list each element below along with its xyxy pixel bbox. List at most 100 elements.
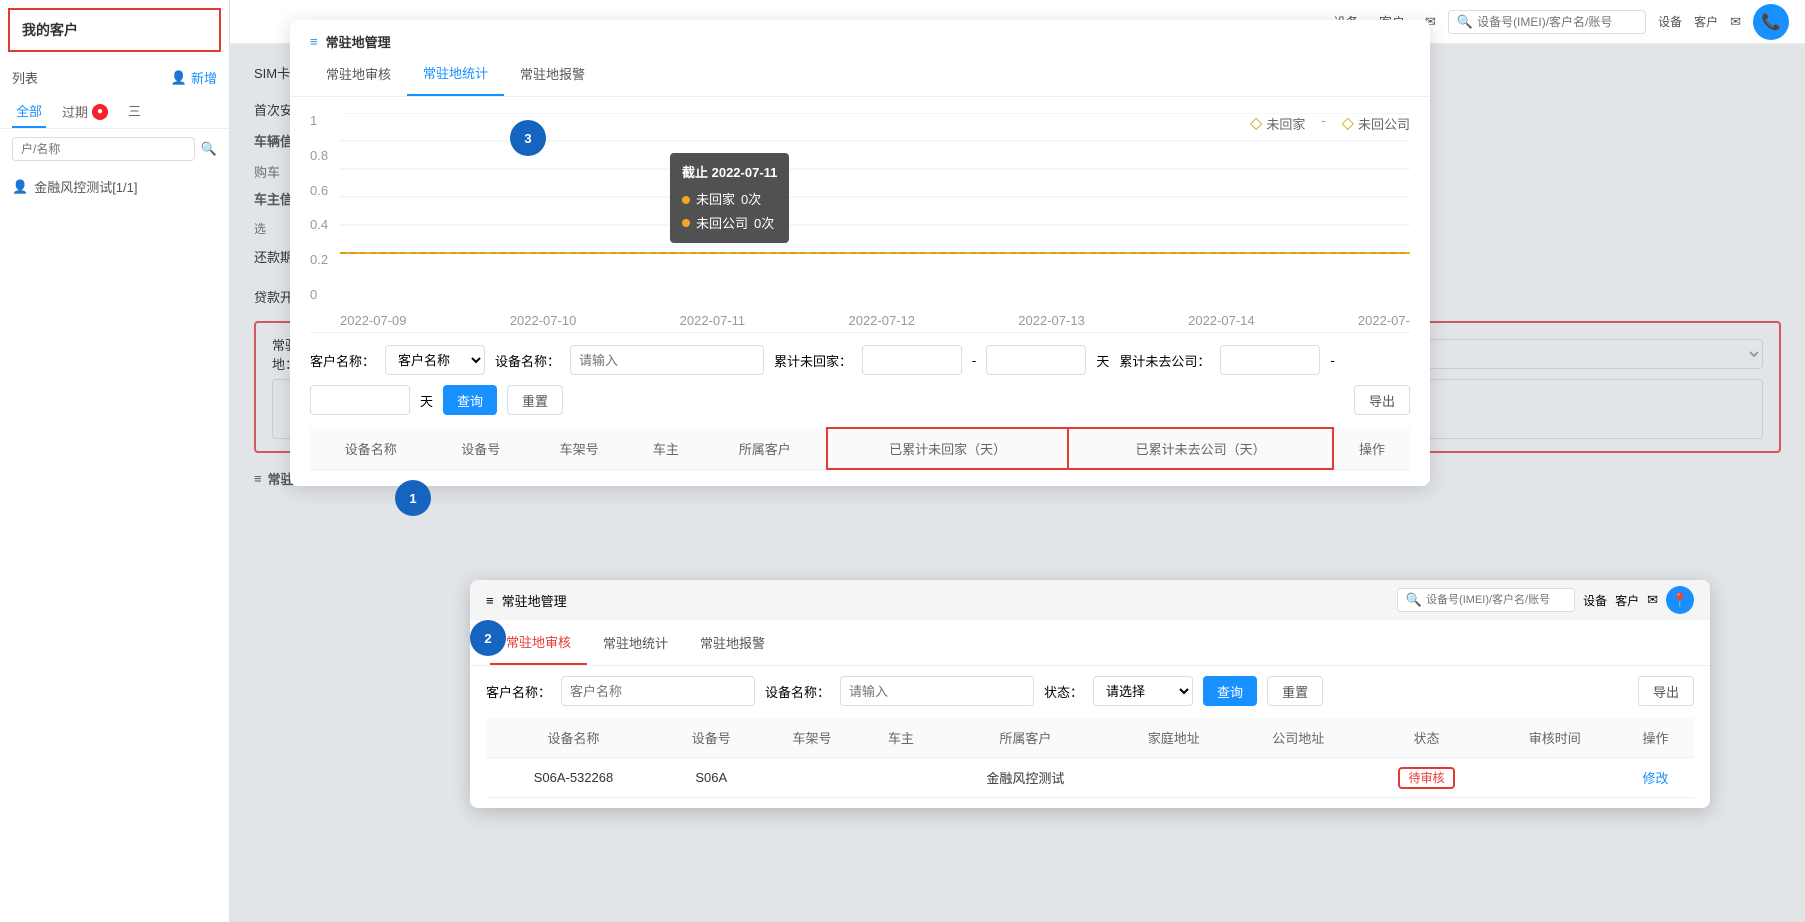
header-customer-btn[interactable]: 客户 — [1694, 13, 1718, 30]
th-frame-no: 车架号 — [530, 428, 628, 469]
filter-row-main: 客户名称： 客户名称 设备名称： 累计未回家： - 天 累计未去公司： - 天 … — [310, 345, 1410, 415]
header-search: 🔍 — [1448, 10, 1646, 34]
c2-cell-status: 待审核 — [1361, 758, 1493, 798]
th-owner: 车主 — [628, 428, 703, 469]
c2-th-review-time: 审核时间 — [1492, 718, 1617, 758]
card2-title-area: ≡ 常驻地管理 — [486, 591, 567, 610]
filter-customer-label: 客户名称： — [310, 351, 375, 370]
chart-svg — [340, 113, 1410, 283]
export-btn-main[interactable]: 导出 — [1354, 385, 1410, 415]
card2-table-body: S06A-532268 S06A 金融风控测试 待审核 修改 — [486, 758, 1694, 798]
card2-query-btn[interactable]: 查询 — [1203, 676, 1257, 706]
tab-all[interactable]: 全部 — [12, 95, 46, 128]
tab-audit[interactable]: 常驻地审核 — [310, 52, 407, 95]
phone-icon-btn[interactable]: 📞 — [1753, 4, 1789, 40]
chart-area: ◇ 未回家 - ◇ 未回公司 1 0.8 0.6 0.4 0.2 — [310, 113, 1410, 333]
card2-device-btn[interactable]: 设备 — [1583, 592, 1607, 609]
card2-body: 客户名称： 设备名称： 状态： 请选择 查询 重置 导出 设备名称 设备号 — [470, 666, 1710, 808]
c2-th-action: 操作 — [1617, 718, 1694, 758]
card2-search-input[interactable] — [1426, 594, 1566, 606]
c2-th-home-addr: 家庭地址 — [1111, 718, 1236, 758]
main-content: 设备 客户 ✉ 🔍 设备 客户 ✉ 📞 SIM卡号码： ★ 用户到期： 2023… — [230, 0, 1805, 922]
main-table: 设备名称 设备号 车架号 车主 所属客户 已累计未回家（天） 已累计未去公司（天… — [310, 427, 1410, 470]
tab-stats[interactable]: 常驻地统计 — [407, 51, 504, 96]
card2-header: ≡ 常驻地管理 🔍 设备 客户 ✉ 📍 — [470, 580, 1710, 620]
expired-badge: ● — [92, 104, 108, 120]
tab-alert[interactable]: 常驻地报警 — [504, 52, 601, 95]
search-icon[interactable]: 🔍 — [201, 141, 217, 157]
chart-tooltip: 截止 2022-07-11 未回家 0次 未回公司 0次 — [670, 153, 789, 243]
sidebar-search-row: 🔍 — [0, 129, 229, 169]
card2-status-label: 状态： — [1044, 682, 1083, 701]
sidebar-tabs: 全部 过期 ● 三 — [0, 95, 229, 129]
c2-cell-action[interactable]: 修改 — [1617, 758, 1694, 798]
card2-device-input[interactable] — [840, 676, 1034, 706]
tooltip-company: 未回公司 0次 — [682, 212, 777, 235]
card2-reset-btn[interactable]: 重置 — [1267, 676, 1323, 706]
card2-tab-alert[interactable]: 常驻地报警 — [684, 621, 781, 664]
c2-th-device-no: 设备号 — [661, 718, 762, 758]
card2-export-btn[interactable]: 导出 — [1638, 676, 1694, 706]
card2-device-label: 设备名称： — [765, 682, 830, 701]
card2-customer-btn[interactable]: 客户 — [1615, 592, 1639, 609]
th-action: 操作 — [1333, 428, 1410, 469]
c2-cell-company-addr — [1236, 758, 1361, 798]
c2-cell-frame-no — [762, 758, 863, 798]
status-badge: 待审核 — [1398, 767, 1454, 789]
filter-company-unit: 天 — [420, 391, 433, 410]
card2-location-btn[interactable]: 📍 — [1666, 586, 1694, 614]
tab-expired[interactable]: 过期 ● — [58, 95, 112, 128]
tab-three[interactable]: 三 — [124, 95, 145, 128]
phone-icon: 📞 — [1761, 12, 1781, 32]
c2-cell-owner — [862, 758, 939, 798]
card2-table: 设备名称 设备号 车架号 车主 所属客户 家庭地址 公司地址 状态 审核时间 操… — [486, 718, 1694, 798]
filter-device-input[interactable] — [570, 345, 764, 375]
card2-search: 🔍 — [1397, 588, 1575, 612]
list-label: 列表 — [12, 68, 38, 87]
filter-home-from[interactable] — [862, 345, 962, 375]
card-main: ≡ 常驻地管理 常驻地审核 常驻地统计 常驻地报警 ◇ 未回家 - ◇ 未回公司 — [290, 20, 1430, 486]
header-device-btn[interactable]: 设备 — [1658, 13, 1682, 30]
tooltip-home: 未回家 0次 — [682, 188, 777, 211]
c2-cell-customer: 金融风控测试 — [939, 758, 1111, 798]
x-axis: 2022-07-09 2022-07-10 2022-07-11 2022-07… — [340, 309, 1410, 332]
c2-th-company-addr: 公司地址 — [1236, 718, 1361, 758]
reset-btn-main[interactable]: 重置 — [507, 385, 563, 415]
filter-company-to[interactable] — [310, 385, 410, 415]
c2-th-owner: 车主 — [862, 718, 939, 758]
mail-icon[interactable]: ✉ — [1730, 14, 1741, 30]
card2-customer-input[interactable] — [561, 676, 755, 706]
card2-mail-icon[interactable]: ✉ — [1647, 592, 1658, 608]
c2-th-frame-no: 车架号 — [762, 718, 863, 758]
card2-status-select[interactable]: 请选择 — [1093, 676, 1193, 706]
add-icon: 👤 — [171, 70, 187, 86]
sidebar-search-input[interactable] — [12, 137, 195, 161]
sidebar-list-header: 列表 👤 新增 — [0, 60, 229, 95]
card2-header-right: 🔍 设备 客户 ✉ 📍 — [1397, 586, 1694, 614]
filter-customer-select[interactable]: 客户名称 — [385, 345, 485, 375]
sidebar: 我的客户 列表 👤 新增 全部 过期 ● 三 🔍 👤 金融风控测试[1/1] — [0, 0, 230, 922]
card2-tab-stats[interactable]: 常驻地统计 — [587, 621, 684, 664]
action-modify-link[interactable]: 修改 — [1642, 771, 1668, 786]
company-days-dash: - — [1330, 353, 1334, 368]
filter-home-to[interactable] — [986, 345, 1086, 375]
c2-th-device-name: 设备名称 — [486, 718, 661, 758]
filter-company-from[interactable] — [1220, 345, 1320, 375]
filter-device-label: 设备名称： — [495, 351, 560, 370]
th-customer: 所属客户 — [704, 428, 827, 469]
tooltip-company-dot — [682, 219, 690, 227]
filter-home-unit: 天 — [1096, 351, 1109, 370]
header-search-input[interactable] — [1477, 15, 1637, 29]
badge-1: 1 — [395, 480, 431, 516]
query-btn-main[interactable]: 查询 — [443, 385, 497, 415]
location-icon: 📍 — [1671, 592, 1688, 609]
badge-3: 3 — [510, 120, 546, 156]
header-search-icon: 🔍 — [1457, 14, 1473, 30]
add-new-btn[interactable]: 👤 新增 — [171, 68, 217, 87]
user-icon: 👤 — [12, 179, 28, 195]
card2-tabs: 常驻地审核 常驻地统计 常驻地报警 — [470, 620, 1710, 666]
c2-th-customer: 所属客户 — [939, 718, 1111, 758]
th-device-name: 设备名称 — [310, 428, 432, 469]
filter-home-days-label: 累计未回家： — [774, 351, 852, 370]
sidebar-item-customer[interactable]: 👤 金融风控测试[1/1] — [0, 169, 229, 204]
